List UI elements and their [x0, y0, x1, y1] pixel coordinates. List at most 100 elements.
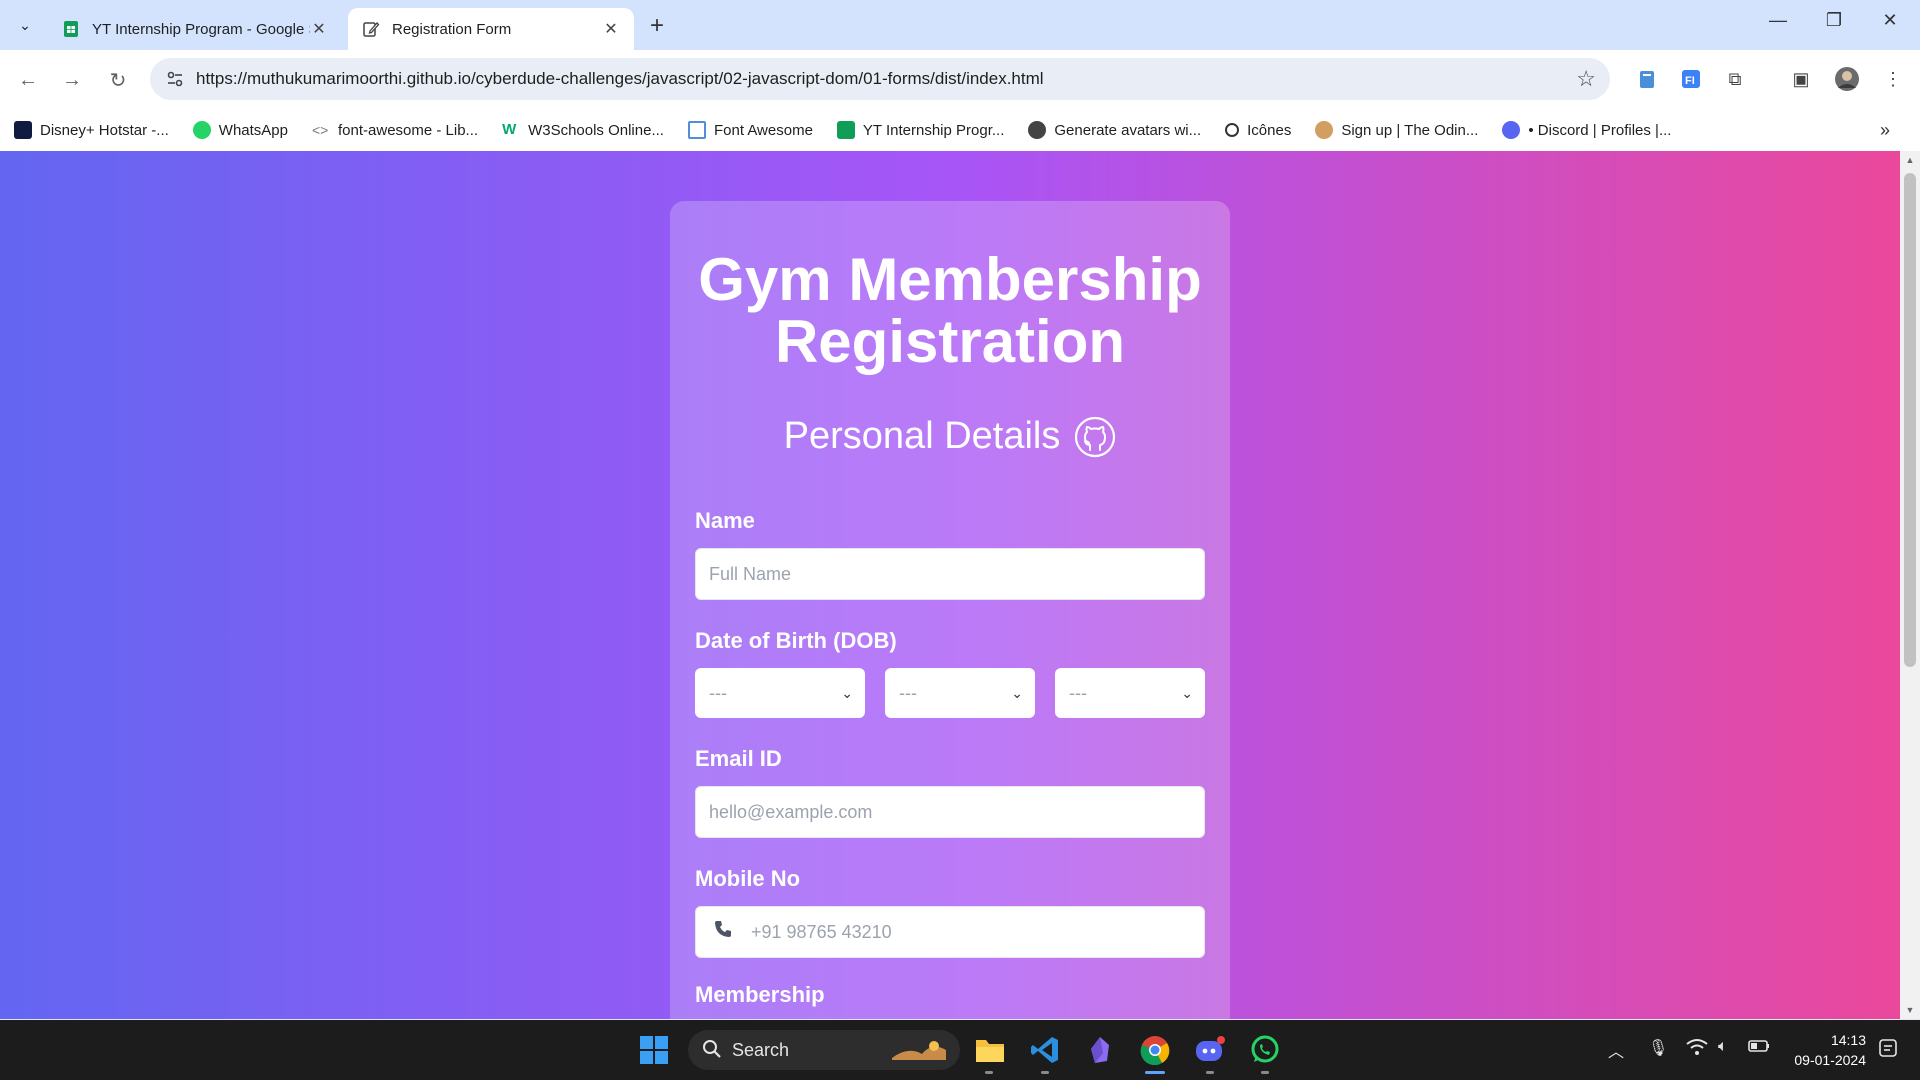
- section-title-text: Personal Details: [783, 415, 1061, 457]
- flag-icon: [687, 121, 706, 139]
- bookmark-discord-profiles[interactable]: • Discord | Profiles |...: [1502, 121, 1671, 139]
- active-indicator: [1145, 1071, 1165, 1074]
- show-hidden-icons-chevron-icon[interactable]: ︿: [1608, 1038, 1624, 1062]
- mobile-label: Mobile No: [695, 866, 801, 891]
- dob-label: Date of Birth (DOB): [695, 628, 897, 653]
- name-label: Name: [695, 508, 755, 533]
- volume-icon[interactable]: 🔈︎: [1718, 1038, 1728, 1056]
- globe-icon: [1028, 121, 1047, 139]
- system-clock[interactable]: 14:13 09-01-2024: [1794, 1030, 1866, 1070]
- google-sheets-icon: [836, 121, 855, 139]
- side-panel-icon[interactable]: ▣: [1786, 64, 1816, 94]
- bookmark-label: • Discord | Profiles |...: [1528, 121, 1672, 139]
- microphone-icon[interactable]: 🎙︎: [1648, 1038, 1668, 1058]
- search-icon: [703, 1040, 721, 1058]
- dob-selects: --- ⌄ --- ⌄ --- ⌄: [695, 668, 1205, 718]
- site-settings-icon[interactable]: [164, 68, 186, 90]
- minimize-icon[interactable]: —: [1758, 10, 1798, 31]
- chrome-menu-icon[interactable]: ⋮: [1878, 64, 1908, 94]
- bookmark-w3schools[interactable]: W W3Schools Online...: [502, 121, 664, 139]
- tab-title: YT Internship Program - Google Sheets: [92, 20, 310, 38]
- browser-toolbar: ← → ↻ https://muthukumarimoorthi.github.…: [0, 50, 1920, 158]
- dob-day-select[interactable]: --- ⌄: [695, 668, 865, 718]
- github-icon[interactable]: [1074, 416, 1116, 458]
- bookmark-generate-avatars[interactable]: Generate avatars wi...: [1028, 121, 1201, 139]
- search-label: Search: [732, 1039, 790, 1060]
- window-close-icon[interactable]: ✕: [1870, 10, 1910, 31]
- obsidian-icon[interactable]: [1082, 1032, 1118, 1068]
- battery-icon[interactable]: [1748, 1038, 1770, 1059]
- extension-clipboard-icon[interactable]: [1632, 64, 1662, 94]
- bookmark-font-awesome[interactable]: Font Awesome: [687, 121, 813, 139]
- mobile-input[interactable]: +91 98765 43210: [695, 906, 1205, 958]
- search-highlight-icon: [892, 1041, 946, 1060]
- scroll-down-arrow-icon[interactable]: ▼: [1900, 1005, 1920, 1015]
- bookmark-label: Generate avatars wi...: [1054, 121, 1202, 139]
- bookmark-icones[interactable]: Icônes: [1225, 122, 1291, 139]
- bookmark-label: YT Internship Progr...: [862, 121, 1005, 139]
- taskbar-search-box[interactable]: Search: [688, 1030, 960, 1070]
- notifications-icon[interactable]: [1878, 1038, 1898, 1063]
- extensions-puzzle-icon[interactable]: ⧉: [1720, 64, 1750, 94]
- bookmark-label: WhatsApp: [218, 121, 288, 139]
- email-input[interactable]: hello@example.com: [695, 786, 1205, 838]
- close-icon[interactable]: ✕: [602, 19, 620, 39]
- bookmark-star-icon[interactable]: ☆: [1576, 66, 1596, 92]
- file-explorer-icon[interactable]: [972, 1032, 1008, 1068]
- phone-icon: [713, 919, 733, 945]
- forward-arrow-icon[interactable]: →: [56, 64, 88, 96]
- dob-month-select[interactable]: --- ⌄: [885, 668, 1035, 718]
- code-brackets-icon: <>: [312, 122, 329, 138]
- more-bookmarks-chevron-icon[interactable]: »: [1880, 120, 1890, 141]
- discord-icon[interactable]: [1192, 1032, 1228, 1068]
- profile-avatar[interactable]: [1832, 64, 1862, 94]
- extension-fi-icon[interactable]: FI: [1676, 64, 1706, 94]
- odin-icon: [1315, 121, 1334, 139]
- bookmark-font-awesome-lib[interactable]: <> font-awesome - Lib...: [312, 121, 478, 139]
- discord-profiles-icon: [1502, 121, 1521, 139]
- tab-title: Registration Form: [392, 20, 512, 38]
- tab-search-chevron-icon[interactable]: ⌄: [12, 12, 38, 38]
- bookmark-disney-hotstar[interactable]: Disney+ Hotstar -...: [14, 121, 169, 139]
- mobile-placeholder: +91 98765 43210: [751, 921, 892, 942]
- registration-card: Gym Membership Registration Personal Det…: [670, 201, 1230, 1019]
- chevron-down-icon: ⌄: [1181, 684, 1193, 701]
- close-icon[interactable]: ✕: [310, 19, 328, 39]
- vscode-icon[interactable]: [1027, 1032, 1063, 1068]
- google-sheets-icon: [64, 21, 78, 37]
- whatsapp-icon[interactable]: [1247, 1032, 1283, 1068]
- running-indicator: [1261, 1071, 1269, 1074]
- dob-year-select[interactable]: --- ⌄: [1055, 668, 1205, 718]
- bookmarks-bar: Disney+ Hotstar -... WhatsApp <> font-aw…: [0, 110, 1920, 150]
- new-tab-plus-icon[interactable]: +: [650, 12, 664, 40]
- membership-label: Membership: [695, 982, 825, 1007]
- bookmark-label: Disney+ Hotstar -...: [40, 121, 169, 139]
- page-scrollbar[interactable]: ▲ ▼: [1900, 151, 1920, 1019]
- name-input[interactable]: Full Name: [695, 548, 1205, 600]
- section-heading: Personal Details: [695, 415, 1205, 458]
- page-viewport: Gym Membership Registration Personal Det…: [0, 151, 1920, 1019]
- tab-registration-form[interactable]: Registration Form ✕: [348, 8, 634, 50]
- running-indicator: [1206, 1071, 1214, 1074]
- reload-icon[interactable]: ↻: [102, 64, 134, 96]
- bookmark-whatsapp[interactable]: WhatsApp: [192, 121, 288, 139]
- bookmark-odin-project[interactable]: Sign up | The Odin...: [1315, 121, 1478, 139]
- windows-start-icon[interactable]: [636, 1032, 672, 1068]
- chevron-down-icon: ⌄: [841, 684, 853, 701]
- restore-icon[interactable]: ❐: [1814, 10, 1854, 31]
- scroll-up-arrow-icon[interactable]: ▲: [1900, 155, 1920, 165]
- svg-text:FI: FI: [1685, 75, 1695, 87]
- bookmark-label: Font Awesome: [713, 121, 813, 139]
- tab-yt-internship[interactable]: YT Internship Program - Google Sheets ✕: [48, 8, 342, 50]
- running-indicator: [1041, 1071, 1049, 1074]
- clock-time: 14:13: [1830, 1032, 1866, 1048]
- edit-icon: [363, 22, 380, 37]
- scrollbar-thumb[interactable]: [1904, 173, 1916, 667]
- page-title: Gym Membership Registration: [698, 246, 1202, 375]
- wifi-icon[interactable]: [1686, 1038, 1708, 1061]
- chrome-icon[interactable]: [1137, 1032, 1173, 1068]
- address-bar[interactable]: https://muthukumarimoorthi.github.io/cyb…: [150, 58, 1610, 100]
- back-arrow-icon[interactable]: ←: [12, 64, 44, 96]
- name-placeholder: Full Name: [709, 563, 792, 584]
- bookmark-yt-internship[interactable]: YT Internship Progr...: [836, 121, 1005, 139]
